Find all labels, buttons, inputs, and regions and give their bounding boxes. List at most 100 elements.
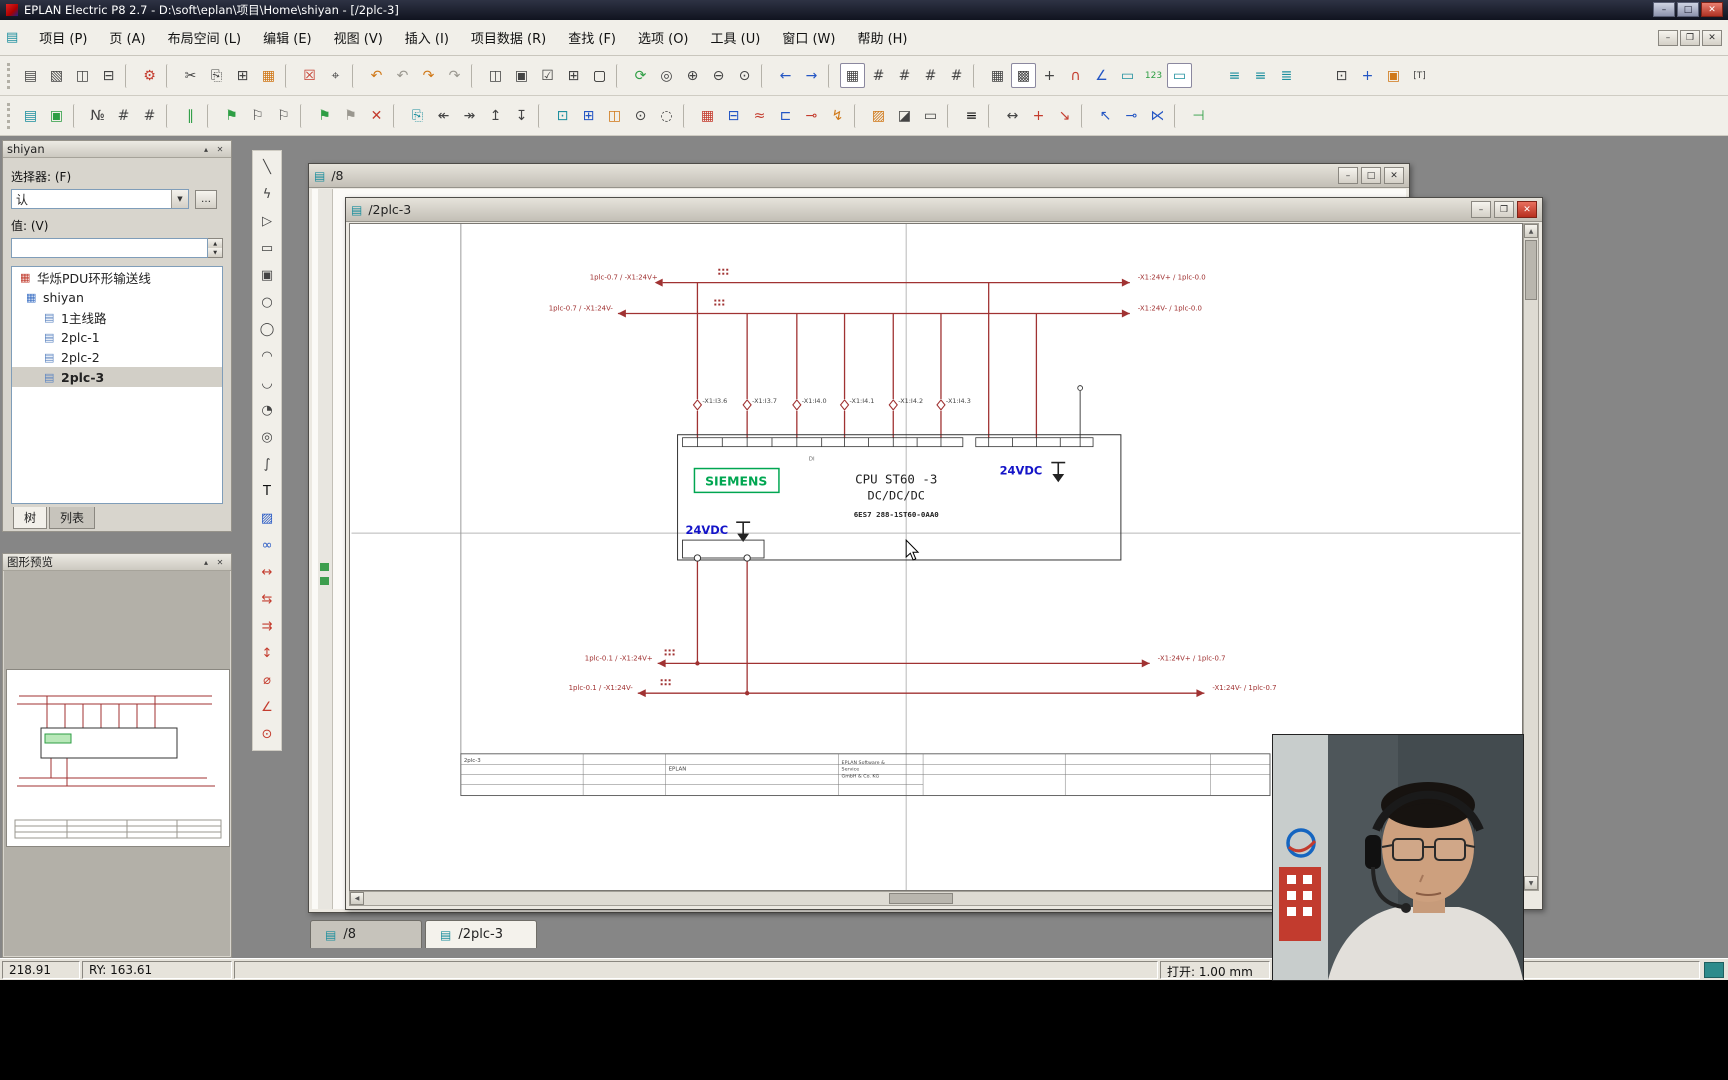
menu-view[interactable]: 视图 (V): [323, 26, 394, 50]
window-macro-icon[interactable]: ◫: [602, 103, 627, 128]
dim-radius-icon[interactable]: ⌀: [255, 668, 279, 692]
menu-help[interactable]: 帮助 (H): [846, 26, 918, 50]
grid-display-icon[interactable]: ▦: [985, 63, 1010, 88]
cart-icon[interactable]: ▣: [1381, 63, 1406, 88]
magnet-icon[interactable]: ∩: [1063, 63, 1088, 88]
window-close-button[interactable]: ✕: [1384, 167, 1404, 184]
dim-point-icon[interactable]: ⊙: [255, 722, 279, 746]
grid-c-icon[interactable]: #: [892, 63, 917, 88]
paste-icon[interactable]: ⊞: [230, 63, 255, 88]
dashed-circle-icon[interactable]: ◌: [654, 103, 679, 128]
plugin-icon[interactable]: ▣: [44, 103, 69, 128]
flag-2-icon[interactable]: ⚐: [245, 103, 270, 128]
spinner-up-icon[interactable]: ▲: [208, 239, 222, 248]
snap-k-icon[interactable]: ⋉: [1145, 103, 1170, 128]
close-button[interactable]: ✕: [1701, 2, 1723, 17]
child-system-icon[interactable]: ▤: [6, 30, 18, 45]
undo-icon[interactable]: ↶: [364, 63, 389, 88]
child-restore-button[interactable]: ❐: [1680, 29, 1700, 46]
window-maximize-button[interactable]: □: [1361, 167, 1381, 184]
menu-window[interactable]: 窗口 (W): [771, 26, 846, 50]
potential-icon[interactable]: ↯: [825, 103, 850, 128]
forward-icon[interactable]: →: [799, 63, 824, 88]
preview-thumbnail[interactable]: [6, 669, 230, 847]
page-prev-icon[interactable]: ↞: [431, 103, 456, 128]
text-mode-icon[interactable]: [T]: [1407, 63, 1432, 88]
print-icon[interactable]: ⊟: [96, 63, 121, 88]
panel-close-button[interactable]: ✕: [213, 143, 227, 156]
dim-baseline-icon[interactable]: ⇉: [255, 614, 279, 638]
page-next-icon[interactable]: ↠: [457, 103, 482, 128]
end-tool-icon[interactable]: ⊣: [1186, 103, 1211, 128]
value-input[interactable]: [11, 238, 209, 258]
page-nav-icon[interactable]: ▤: [18, 103, 43, 128]
probe-icon[interactable]: ⊸: [1119, 103, 1144, 128]
arc-center-icon[interactable]: ◡: [255, 371, 279, 395]
move-cross-icon[interactable]: +: [1026, 103, 1051, 128]
browse-button[interactable]: …: [195, 189, 217, 209]
menu-project[interactable]: 项目 (P): [28, 26, 98, 50]
window-restore-button[interactable]: ❐: [1494, 201, 1514, 218]
circle-symbol-icon[interactable]: ⊙: [628, 103, 653, 128]
ellipse-icon[interactable]: ◯: [255, 317, 279, 341]
back-icon[interactable]: ←: [773, 63, 798, 88]
corner-hatch-icon[interactable]: ◪: [892, 103, 917, 128]
horizontal-scroll-thumb[interactable]: [889, 893, 954, 904]
window-check-icon[interactable]: ☑: [535, 63, 560, 88]
cursor-nw-icon[interactable]: ↖: [1093, 103, 1118, 128]
grid-e-icon[interactable]: #: [944, 63, 969, 88]
menu-find[interactable]: 查找 (F): [557, 26, 627, 50]
dim-vertical-icon[interactable]: ↕: [255, 641, 279, 665]
window-titlebar[interactable]: ▤ /2plc-3 – ❐ ✕: [346, 198, 1542, 222]
vertical-scrollbar[interactable]: ▲ ▼: [1523, 223, 1539, 891]
workspace-icon[interactable]: ▢: [587, 63, 612, 88]
zoom-in-icon[interactable]: ⊕: [680, 63, 705, 88]
panel-header[interactable]: shiyan ▴ ✕: [3, 141, 231, 158]
tree-item-project[interactable]: ▦ 华烁PDU环形输送线: [12, 267, 222, 287]
format-brush-icon[interactable]: ▦: [256, 63, 281, 88]
new-icon[interactable]: ▤: [18, 63, 43, 88]
plc-block[interactable]: DI SIEMENS CPU ST60 -3 DC/DC/DC 6ES7 288…: [677, 385, 1122, 562]
connection-icon[interactable]: ⊸: [799, 103, 824, 128]
cancel-icon[interactable]: ✕: [364, 103, 389, 128]
menu-options[interactable]: 选项 (O): [627, 26, 700, 50]
copy-icon[interactable]: ⎘: [204, 63, 229, 88]
print-preview-icon[interactable]: ◫: [70, 63, 95, 88]
tab-list[interactable]: 列表: [49, 507, 96, 529]
toolbar-grip[interactable]: [7, 62, 12, 89]
align-icon[interactable]: ∥: [178, 103, 203, 128]
polygon-icon[interactable]: ▷: [255, 209, 279, 233]
menu-insert[interactable]: 插入 (I): [394, 26, 460, 50]
tree-item-shiyan[interactable]: ▦ shiyan: [12, 287, 222, 307]
rectangle-icon[interactable]: ▭: [255, 236, 279, 260]
zoom-out-icon[interactable]: ⊖: [706, 63, 731, 88]
grid-b-icon[interactable]: #: [866, 63, 891, 88]
scroll-up-icon[interactable]: ▲: [1524, 224, 1538, 238]
vertical-scroll-thumb[interactable]: [1525, 240, 1537, 300]
device-icon[interactable]: ⊟: [721, 103, 746, 128]
rectangle-center-icon[interactable]: ▣: [255, 263, 279, 287]
maximize-button[interactable]: □: [1677, 2, 1699, 17]
tree-item-1zhuxianlu[interactable]: ▤ 1主线路: [12, 307, 222, 327]
terminal-strip-icon[interactable]: ▦: [695, 103, 720, 128]
check-flag-icon[interactable]: ⚑: [219, 103, 244, 128]
position-icon[interactable]: +: [1355, 63, 1380, 88]
list-view-3-icon[interactable]: ≣: [1274, 63, 1299, 88]
menu-tools[interactable]: 工具 (U): [700, 26, 772, 50]
grid-size-icon[interactable]: +: [1037, 63, 1062, 88]
circle-icon[interactable]: ○: [255, 290, 279, 314]
spline-icon[interactable]: ∫: [255, 452, 279, 476]
snap-grid-icon[interactable]: ▩: [1011, 63, 1036, 88]
image-icon[interactable]: ▨: [255, 506, 279, 530]
sector-icon[interactable]: ◔: [255, 398, 279, 422]
panel-header[interactable]: 图形预览 ▴ ✕: [3, 554, 231, 571]
sheet-tab-2plc-3[interactable]: ▤ /2plc-3: [425, 920, 537, 948]
panel-close-button[interactable]: ✕: [213, 556, 227, 569]
window-titlebar[interactable]: ▤ /8 – □ ✕: [309, 164, 1409, 188]
scroll-down-icon[interactable]: ▼: [1524, 876, 1538, 890]
page-down-icon[interactable]: ↧: [509, 103, 534, 128]
ruler-icon[interactable]: ▭: [1115, 63, 1140, 88]
grid-d-icon[interactable]: #: [918, 63, 943, 88]
delete-icon[interactable]: ☒: [297, 63, 322, 88]
minimize-button[interactable]: –: [1653, 2, 1675, 17]
